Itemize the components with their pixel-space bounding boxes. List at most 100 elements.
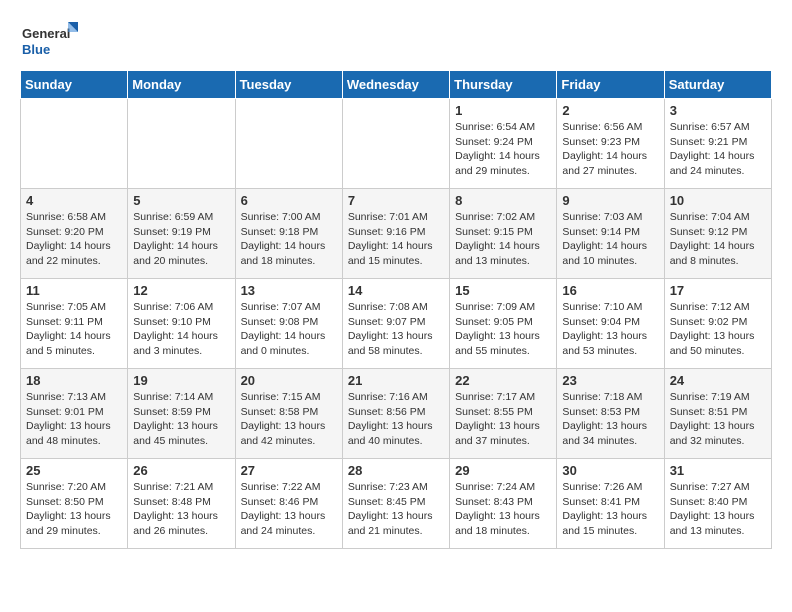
day-number: 7 [348, 193, 444, 208]
calendar-cell: 24 Sunrise: 7:19 AM Sunset: 8:51 PM Dayli… [664, 369, 771, 459]
header-cell-saturday: Saturday [664, 71, 771, 99]
day-number: 22 [455, 373, 551, 388]
calendar-cell [21, 99, 128, 189]
day-info: Sunrise: 7:06 AM Sunset: 9:10 PM Dayligh… [133, 300, 229, 359]
header: General Blue [20, 20, 772, 60]
day-info: Sunrise: 7:18 AM Sunset: 8:53 PM Dayligh… [562, 390, 658, 449]
calendar-table: SundayMondayTuesdayWednesdayThursdayFrid… [20, 70, 772, 549]
calendar-cell: 5Sunrise: 6:59 AM Sunset: 9:19 PM Daylig… [128, 189, 235, 279]
day-info: Sunrise: 7:12 AM Sunset: 9:02 PM Dayligh… [670, 300, 766, 359]
day-number: 9 [562, 193, 658, 208]
day-info: Sunrise: 7:26 AM Sunset: 8:41 PM Dayligh… [562, 480, 658, 539]
svg-text:General: General [22, 26, 70, 41]
day-number: 28 [348, 463, 444, 478]
day-number: 20 [241, 373, 337, 388]
day-info: Sunrise: 7:20 AM Sunset: 8:50 PM Dayligh… [26, 480, 122, 539]
day-number: 2 [562, 103, 658, 118]
calendar-row: 11Sunrise: 7:05 AM Sunset: 9:11 PM Dayli… [21, 279, 772, 369]
logo-svg: General Blue [20, 20, 80, 60]
calendar-cell: 10Sunrise: 7:04 AM Sunset: 9:12 PM Dayli… [664, 189, 771, 279]
day-info: Sunrise: 7:10 AM Sunset: 9:04 PM Dayligh… [562, 300, 658, 359]
day-number: 31 [670, 463, 766, 478]
day-number: 23 [562, 373, 658, 388]
calendar-cell: 19 Sunrise: 7:14 AM Sunset: 8:59 PM Dayli… [128, 369, 235, 459]
svg-text:Blue: Blue [22, 42, 50, 57]
day-number: 8 [455, 193, 551, 208]
day-number: 16 [562, 283, 658, 298]
day-info: Sunrise: 7:02 AM Sunset: 9:15 PM Dayligh… [455, 210, 551, 269]
calendar-cell: 1Sunrise: 6:54 AM Sunset: 9:24 PM Daylig… [450, 99, 557, 189]
calendar-cell: 3Sunrise: 6:57 AM Sunset: 9:21 PM Daylig… [664, 99, 771, 189]
day-info: Sunrise: 7:16 AM Sunset: 8:56 PM Dayligh… [348, 390, 444, 449]
calendar-cell: 26 Sunrise: 7:21 AM Sunset: 8:48 PM Dayli… [128, 459, 235, 549]
calendar-cell: 15 Sunrise: 7:09 AM Sunset: 9:05 PM Dayli… [450, 279, 557, 369]
day-info: Sunrise: 7:04 AM Sunset: 9:12 PM Dayligh… [670, 210, 766, 269]
day-info: Sunrise: 6:58 AM Sunset: 9:20 PM Dayligh… [26, 210, 122, 269]
day-info: Sunrise: 7:22 AM Sunset: 8:46 PM Dayligh… [241, 480, 337, 539]
day-info: Sunrise: 7:09 AM Sunset: 9:05 PM Dayligh… [455, 300, 551, 359]
day-info: Sunrise: 7:17 AM Sunset: 8:55 PM Dayligh… [455, 390, 551, 449]
day-number: 5 [133, 193, 229, 208]
day-number: 4 [26, 193, 122, 208]
day-info: Sunrise: 6:57 AM Sunset: 9:21 PM Dayligh… [670, 120, 766, 179]
day-info: Sunrise: 6:56 AM Sunset: 9:23 PM Dayligh… [562, 120, 658, 179]
day-number: 29 [455, 463, 551, 478]
calendar-cell: 22 Sunrise: 7:17 AM Sunset: 8:55 PM Dayli… [450, 369, 557, 459]
day-number: 6 [241, 193, 337, 208]
calendar-cell: 20 Sunrise: 7:15 AM Sunset: 8:58 PM Dayli… [235, 369, 342, 459]
calendar-cell: 14Sunrise: 7:08 AM Sunset: 9:07 PM Dayli… [342, 279, 449, 369]
calendar-row: 1Sunrise: 6:54 AM Sunset: 9:24 PM Daylig… [21, 99, 772, 189]
calendar-cell: 21 Sunrise: 7:16 AM Sunset: 8:56 PM Dayli… [342, 369, 449, 459]
day-number: 12 [133, 283, 229, 298]
logo: General Blue [20, 20, 80, 60]
day-info: Sunrise: 7:03 AM Sunset: 9:14 PM Dayligh… [562, 210, 658, 269]
calendar-cell: 27 Sunrise: 7:22 AM Sunset: 8:46 PM Dayli… [235, 459, 342, 549]
day-info: Sunrise: 7:23 AM Sunset: 8:45 PM Dayligh… [348, 480, 444, 539]
day-number: 13 [241, 283, 337, 298]
header-cell-tuesday: Tuesday [235, 71, 342, 99]
day-info: Sunrise: 7:21 AM Sunset: 8:48 PM Dayligh… [133, 480, 229, 539]
day-info: Sunrise: 7:27 AM Sunset: 8:40 PM Dayligh… [670, 480, 766, 539]
calendar-cell [128, 99, 235, 189]
calendar-cell: 8 Sunrise: 7:02 AM Sunset: 9:15 PM Daylig… [450, 189, 557, 279]
calendar-cell: 13 Sunrise: 7:07 AM Sunset: 9:08 PM Dayli… [235, 279, 342, 369]
day-number: 24 [670, 373, 766, 388]
calendar-cell: 17 Sunrise: 7:12 AM Sunset: 9:02 PM Dayli… [664, 279, 771, 369]
calendar-row: 18 Sunrise: 7:13 AM Sunset: 9:01 PM Dayli… [21, 369, 772, 459]
calendar-cell: 7 Sunrise: 7:01 AM Sunset: 9:16 PM Daylig… [342, 189, 449, 279]
day-number: 15 [455, 283, 551, 298]
calendar-cell: 2 Sunrise: 6:56 AM Sunset: 9:23 PM Daylig… [557, 99, 664, 189]
calendar-cell: 9 Sunrise: 7:03 AM Sunset: 9:14 PM Daylig… [557, 189, 664, 279]
day-info: Sunrise: 7:13 AM Sunset: 9:01 PM Dayligh… [26, 390, 122, 449]
day-info: Sunrise: 7:00 AM Sunset: 9:18 PM Dayligh… [241, 210, 337, 269]
calendar-row: 25 Sunrise: 7:20 AM Sunset: 8:50 PM Dayli… [21, 459, 772, 549]
day-number: 17 [670, 283, 766, 298]
calendar-cell [342, 99, 449, 189]
day-number: 11 [26, 283, 122, 298]
day-info: Sunrise: 7:01 AM Sunset: 9:16 PM Dayligh… [348, 210, 444, 269]
day-number: 19 [133, 373, 229, 388]
day-number: 21 [348, 373, 444, 388]
day-number: 27 [241, 463, 337, 478]
day-info: Sunrise: 7:07 AM Sunset: 9:08 PM Dayligh… [241, 300, 337, 359]
header-row: SundayMondayTuesdayWednesdayThursdayFrid… [21, 71, 772, 99]
calendar-cell: 23 Sunrise: 7:18 AM Sunset: 8:53 PM Dayli… [557, 369, 664, 459]
day-number: 26 [133, 463, 229, 478]
day-info: Sunrise: 7:14 AM Sunset: 8:59 PM Dayligh… [133, 390, 229, 449]
calendar-cell: 28 Sunrise: 7:23 AM Sunset: 8:45 PM Dayli… [342, 459, 449, 549]
header-cell-thursday: Thursday [450, 71, 557, 99]
calendar-cell: 16 Sunrise: 7:10 AM Sunset: 9:04 PM Dayli… [557, 279, 664, 369]
calendar-cell: 31 Sunrise: 7:27 AM Sunset: 8:40 PM Dayli… [664, 459, 771, 549]
header-cell-wednesday: Wednesday [342, 71, 449, 99]
calendar-cell: 4 Sunrise: 6:58 AM Sunset: 9:20 PM Daylig… [21, 189, 128, 279]
day-info: Sunrise: 7:24 AM Sunset: 8:43 PM Dayligh… [455, 480, 551, 539]
calendar-cell [235, 99, 342, 189]
calendar-row: 4 Sunrise: 6:58 AM Sunset: 9:20 PM Daylig… [21, 189, 772, 279]
day-number: 18 [26, 373, 122, 388]
header-cell-monday: Monday [128, 71, 235, 99]
day-info: Sunrise: 7:19 AM Sunset: 8:51 PM Dayligh… [670, 390, 766, 449]
calendar-cell: 25 Sunrise: 7:20 AM Sunset: 8:50 PM Dayli… [21, 459, 128, 549]
day-info: Sunrise: 7:15 AM Sunset: 8:58 PM Dayligh… [241, 390, 337, 449]
day-number: 25 [26, 463, 122, 478]
day-info: Sunrise: 7:08 AM Sunset: 9:07 PM Dayligh… [348, 300, 444, 359]
